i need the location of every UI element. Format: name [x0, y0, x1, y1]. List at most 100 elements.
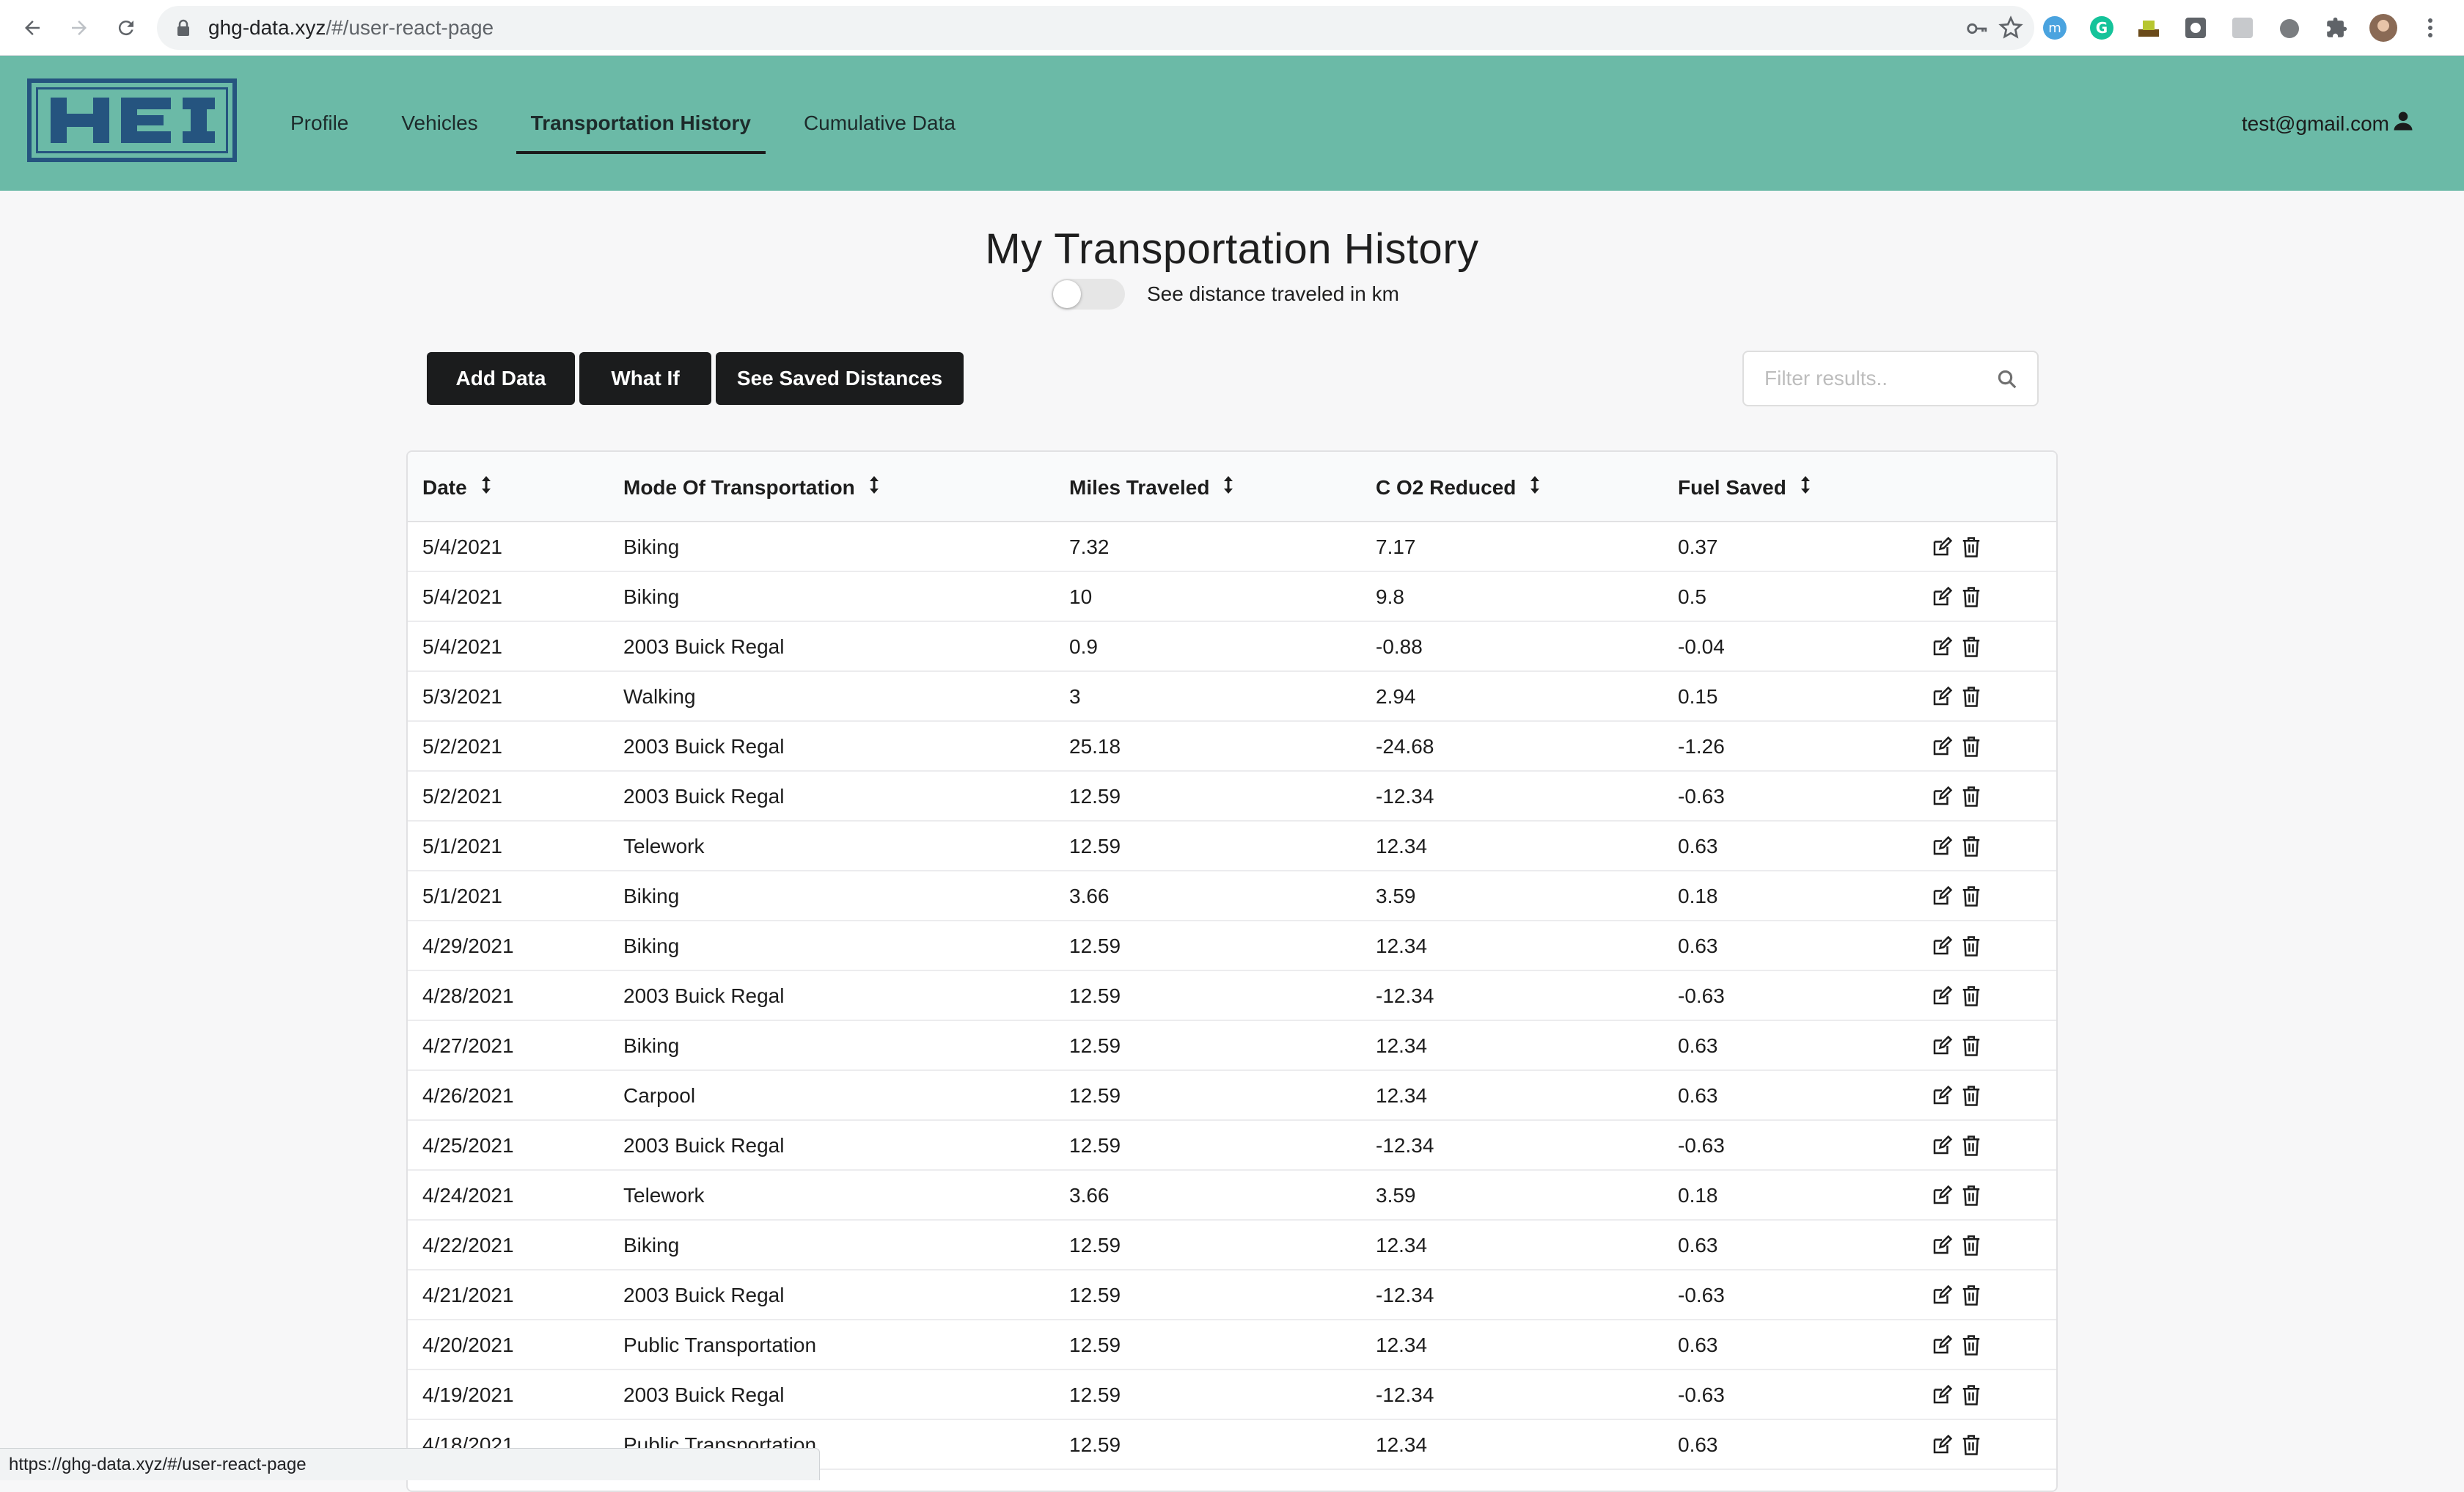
edit-icon[interactable]: [1930, 685, 1954, 709]
cell-date: 4/20/2021: [422, 1334, 514, 1356]
key-icon[interactable]: [1964, 16, 1989, 45]
extension-hat-icon[interactable]: [2134, 13, 2163, 43]
what-if-button[interactable]: What If: [579, 352, 711, 405]
address-bar[interactable]: ghg-data.xyz/#/user-react-page: [157, 6, 2034, 50]
col-fuel-header[interactable]: Fuel Saved: [1678, 475, 1811, 500]
trash-icon[interactable]: [1959, 1284, 1983, 1307]
km-toggle-switch[interactable]: [1052, 279, 1125, 310]
trash-icon[interactable]: [1959, 535, 1983, 559]
browser-toolbar: ghg-data.xyz/#/user-react-page m G: [0, 0, 2464, 56]
trash-icon[interactable]: [1959, 1433, 1983, 1457]
cell-mode: Public Transportation: [623, 1334, 817, 1356]
see-saved-distances-button[interactable]: See Saved Distances: [716, 352, 964, 405]
table-row: 4/29/2021 Biking 12.59 12.34 0.63: [408, 921, 2056, 971]
cell-fuel: -0.04: [1678, 635, 1725, 658]
cell-miles: 12.59: [1069, 935, 1121, 957]
sort-icon[interactable]: [1529, 475, 1541, 500]
forward-icon[interactable]: [62, 10, 97, 45]
svg-text:m: m: [2048, 21, 2061, 36]
extension-grey-icon[interactable]: [2228, 13, 2257, 43]
cell-fuel: 0.63: [1678, 1334, 1718, 1356]
nav-cumulative-data[interactable]: Cumulative Data: [777, 56, 982, 191]
table-row: 5/4/2021 Biking 7.32 7.17 0.37: [408, 522, 2056, 572]
cell-mode: 2003 Buick Regal: [623, 1383, 785, 1406]
edit-icon[interactable]: [1930, 1034, 1954, 1058]
trash-icon[interactable]: [1959, 1184, 1983, 1207]
edit-icon[interactable]: [1930, 1084, 1954, 1108]
trash-icon[interactable]: [1959, 1134, 1983, 1158]
sort-icon[interactable]: [480, 475, 492, 500]
grammarly-icon[interactable]: G: [2087, 13, 2116, 43]
filter-input[interactable]: [1764, 367, 1984, 390]
cell-co2: -24.68: [1376, 735, 1434, 758]
logo-letters: [51, 98, 215, 143]
trash-icon[interactable]: [1959, 1234, 1983, 1257]
add-data-button[interactable]: Add Data: [427, 352, 575, 405]
edit-icon[interactable]: [1930, 935, 1954, 958]
extension-round-icon[interactable]: [2275, 13, 2304, 43]
edit-icon[interactable]: [1930, 785, 1954, 808]
trash-icon[interactable]: [1959, 984, 1983, 1008]
table-row: 5/4/2021 Biking 10 9.8 0.5: [408, 572, 2056, 622]
cell-fuel: -0.63: [1678, 984, 1725, 1007]
edit-icon[interactable]: [1930, 835, 1954, 858]
trash-icon[interactable]: [1959, 885, 1983, 908]
nav-profile[interactable]: Profile: [264, 56, 375, 191]
edit-icon[interactable]: [1930, 1234, 1954, 1257]
edit-icon[interactable]: [1930, 585, 1954, 609]
cell-fuel: 0.18: [1678, 885, 1718, 907]
trash-icon[interactable]: [1959, 685, 1983, 709]
search-icon[interactable]: [1996, 368, 2018, 394]
sort-icon[interactable]: [1222, 475, 1234, 500]
edit-icon[interactable]: [1930, 1184, 1954, 1207]
extension-m-icon[interactable]: m: [2040, 13, 2069, 43]
trash-icon[interactable]: [1959, 585, 1983, 609]
edit-icon[interactable]: [1930, 635, 1954, 659]
column-label: Miles Traveled: [1069, 475, 1210, 499]
extension-square-icon[interactable]: [2181, 13, 2210, 43]
nav-transportation-history[interactable]: Transportation History: [505, 56, 777, 191]
cell-date: 5/1/2021: [422, 835, 502, 857]
hei-logo[interactable]: [27, 78, 237, 162]
trash-icon[interactable]: [1959, 1034, 1983, 1058]
bookmark-star-icon[interactable]: [1998, 15, 2024, 45]
trash-icon[interactable]: [1959, 1334, 1983, 1357]
back-icon[interactable]: [15, 10, 50, 45]
edit-icon[interactable]: [1930, 1383, 1954, 1407]
edit-icon[interactable]: [1930, 984, 1954, 1008]
edit-icon[interactable]: [1930, 1284, 1954, 1307]
col-date-header[interactable]: Date: [422, 475, 492, 500]
col-miles-header[interactable]: Miles Traveled: [1069, 475, 1234, 500]
edit-icon[interactable]: [1930, 1134, 1954, 1158]
col-co2-header[interactable]: C O2 Reduced: [1376, 475, 1541, 500]
cell-mode: 2003 Buick Regal: [623, 984, 785, 1007]
user-menu[interactable]: test@gmail.com: [2242, 110, 2414, 137]
cell-co2: 3.59: [1376, 1184, 1416, 1207]
cell-date: 4/22/2021: [422, 1234, 514, 1257]
col-mode-header[interactable]: Mode Of Transportation: [623, 475, 880, 500]
cell-co2: 12.34: [1376, 935, 1428, 957]
edit-icon[interactable]: [1930, 1433, 1954, 1457]
trash-icon[interactable]: [1959, 835, 1983, 858]
profile-avatar-icon[interactable]: [2369, 13, 2398, 43]
browser-menu-icon[interactable]: [2416, 13, 2445, 43]
trash-icon[interactable]: [1959, 935, 1983, 958]
trash-icon[interactable]: [1959, 635, 1983, 659]
trash-icon[interactable]: [1959, 1084, 1983, 1108]
edit-icon[interactable]: [1930, 735, 1954, 758]
sort-icon[interactable]: [1800, 475, 1811, 500]
reload-icon[interactable]: [109, 10, 144, 45]
extensions-puzzle-icon[interactable]: [2322, 13, 2351, 43]
trash-icon[interactable]: [1959, 785, 1983, 808]
cell-mode: 2003 Buick Regal: [623, 635, 785, 658]
edit-icon[interactable]: [1930, 885, 1954, 908]
edit-icon[interactable]: [1930, 535, 1954, 559]
nav-vehicles[interactable]: Vehicles: [375, 56, 504, 191]
edit-icon[interactable]: [1930, 1334, 1954, 1357]
column-label: Date: [422, 475, 467, 499]
cell-mode: Walking: [623, 685, 696, 708]
sort-icon[interactable]: [868, 475, 880, 500]
trash-icon[interactable]: [1959, 735, 1983, 758]
cell-miles: 12.59: [1069, 1433, 1121, 1456]
trash-icon[interactable]: [1959, 1383, 1983, 1407]
